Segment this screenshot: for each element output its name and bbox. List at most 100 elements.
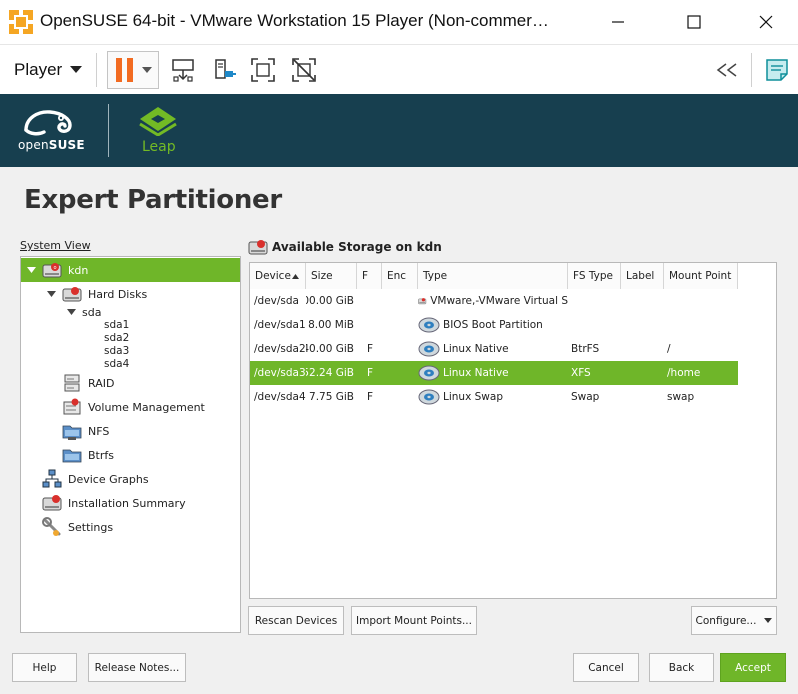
tree-item-raid[interactable]: RAID (21, 371, 114, 395)
cell-mount-point: /home (667, 367, 701, 379)
player-menu-button[interactable]: Player (6, 55, 90, 85)
maximize-icon (687, 15, 701, 29)
window-title: OpenSUSE 64-bit - VMware Workstation 15 … (40, 11, 549, 30)
storage-table[interactable]: Device Size F Enc Type FS Type Label Mou… (249, 262, 777, 599)
column-header-format[interactable]: F (357, 263, 382, 289)
banner-separator (108, 104, 109, 157)
cell-fs-type: Swap (571, 391, 600, 403)
tree-item-settings[interactable]: Settings (21, 515, 113, 539)
help-button[interactable]: Help (12, 653, 77, 682)
cell-device: /dev/sda (254, 295, 299, 307)
message-log-button[interactable] (762, 55, 792, 85)
configure-button[interactable]: Configure... (691, 606, 777, 635)
column-header-mount-point[interactable]: Mount Point (664, 263, 738, 289)
cell-label (624, 313, 664, 337)
tree-item-label: Volume Management (88, 400, 205, 414)
column-header-fs-type[interactable]: FS Type (568, 263, 621, 289)
table-row[interactable]: /dev/sda4 7.75 GiB F Linux Swap Swap swa… (250, 385, 738, 409)
table-row[interactable]: /dev/sda2 40.00 GiB F Linux Native BtrFS… (250, 337, 738, 361)
tree-item-sda[interactable]: sda (21, 304, 101, 320)
cell-fs-type: XFS (571, 367, 591, 379)
cell-mount-point: / (667, 343, 671, 355)
expand-arrow-icon[interactable] (46, 289, 56, 299)
tree-item-label: RAID (88, 376, 115, 390)
cell-fs-type: BtrFS (571, 343, 600, 355)
cell-device: /dev/sda1 (254, 319, 306, 331)
chevron-down-icon (764, 618, 773, 623)
tree-item-sda2[interactable]: sda2 (104, 332, 129, 344)
column-header-label[interactable]: Label (621, 263, 664, 289)
unity-mode-button[interactable] (289, 55, 319, 85)
page-title: Expert Partitioner (24, 185, 282, 215)
summary-harddisk-icon (42, 493, 62, 513)
tree-item-device-graphs[interactable]: Device Graphs (21, 467, 149, 491)
leap-wordmark: Leap (142, 139, 176, 155)
tree-item-installation-summary[interactable]: Installation Summary (21, 491, 186, 515)
chevron-down-icon (70, 66, 83, 73)
double-chevron-left-icon (716, 63, 737, 77)
tree-item-hard-disks[interactable]: Hard Disks (21, 282, 147, 306)
unity-icon (292, 58, 316, 82)
release-notes-button[interactable]: Release Notes... (88, 653, 186, 682)
cell-mount-point (667, 313, 738, 337)
tree-item-btrfs[interactable]: Btrfs (21, 443, 114, 467)
player-menu-label: Player (14, 60, 63, 79)
cell-type: Linux Swap (418, 385, 568, 409)
cell-label (624, 289, 664, 313)
removable-devices-button[interactable] (209, 55, 239, 85)
column-header-device[interactable]: Device (250, 263, 306, 289)
device-graph-icon (42, 469, 62, 489)
available-storage-heading: Available Storage on kdn (248, 237, 442, 257)
cell-mount-point (667, 289, 738, 313)
expand-arrow-icon[interactable] (26, 265, 36, 275)
close-icon (759, 15, 773, 29)
rescan-devices-button[interactable]: Rescan Devices (248, 606, 344, 635)
column-header-type[interactable]: Type (418, 263, 568, 289)
tree-item-label: Btrfs (88, 448, 114, 462)
full-screen-button[interactable] (248, 55, 278, 85)
cell-format: F (367, 367, 374, 379)
sort-ascending-icon (291, 273, 299, 279)
table-row[interactable]: /dev/sda1 8.00 MiB BIOS Boot Partition (250, 313, 738, 337)
vmware-player-window: OpenSUSE 64-bit - VMware Workstation 15 … (0, 0, 798, 694)
minimize-button[interactable] (594, 6, 642, 38)
tree-item-nfs[interactable]: NFS (21, 419, 109, 443)
send-ctrl-alt-del-button[interactable] (168, 55, 198, 85)
cell-size: 8.00 MiB (308, 319, 354, 331)
cell-fs-type (571, 313, 621, 337)
pause-button[interactable] (107, 51, 159, 89)
note-icon (766, 59, 788, 81)
send-keys-icon (172, 59, 194, 82)
tree-item-volume-management[interactable]: Volume Management (21, 395, 205, 419)
maximize-button[interactable] (670, 6, 718, 38)
cell-type: Linux Native (418, 361, 568, 385)
tree-item-label: Settings (68, 520, 114, 534)
tree-item-kdn[interactable]: o kdn (21, 258, 240, 282)
system-view-tree[interactable]: o kdn Hard Disks sda sda1 sda2 sda3 sda4… (20, 256, 241, 633)
table-row[interactable]: /dev/sda 100.00 GiB VMware,-VMware Virtu… (250, 289, 738, 313)
expand-arrow-icon[interactable] (66, 307, 76, 317)
partition-icon (418, 341, 440, 357)
cell-size: 100.00 GiB (306, 295, 354, 307)
import-mount-points-button[interactable]: Import Mount Points... (351, 606, 477, 635)
close-button[interactable] (742, 6, 790, 38)
tree-item-label: kdn (68, 263, 89, 277)
tree-item-sda1[interactable]: sda1 (104, 319, 129, 331)
network-folder-icon (62, 421, 82, 441)
available-storage-label: Available Storage on kdn (272, 240, 442, 254)
back-button[interactable]: Back (649, 653, 714, 682)
leap-logo-icon (139, 107, 177, 136)
tree-item-sda3[interactable]: sda3 (104, 345, 129, 357)
table-row-selected[interactable]: /dev/sda3 52.24 GiB F Linux Native XFS /… (250, 361, 738, 385)
cancel-button[interactable]: Cancel (573, 653, 639, 682)
accept-button[interactable]: Accept (720, 653, 786, 682)
cell-mount-point: swap (667, 391, 695, 403)
cell-device: /dev/sda3 (254, 367, 306, 379)
tree-item-sda4[interactable]: sda4 (104, 358, 129, 370)
column-header-encryption[interactable]: Enc (382, 263, 418, 289)
collapse-toolbar-button[interactable] (712, 55, 742, 85)
volume-management-icon (62, 397, 82, 417)
column-header-size[interactable]: Size (306, 263, 357, 289)
partition-icon (418, 317, 440, 333)
harddisk-icon (62, 284, 82, 304)
